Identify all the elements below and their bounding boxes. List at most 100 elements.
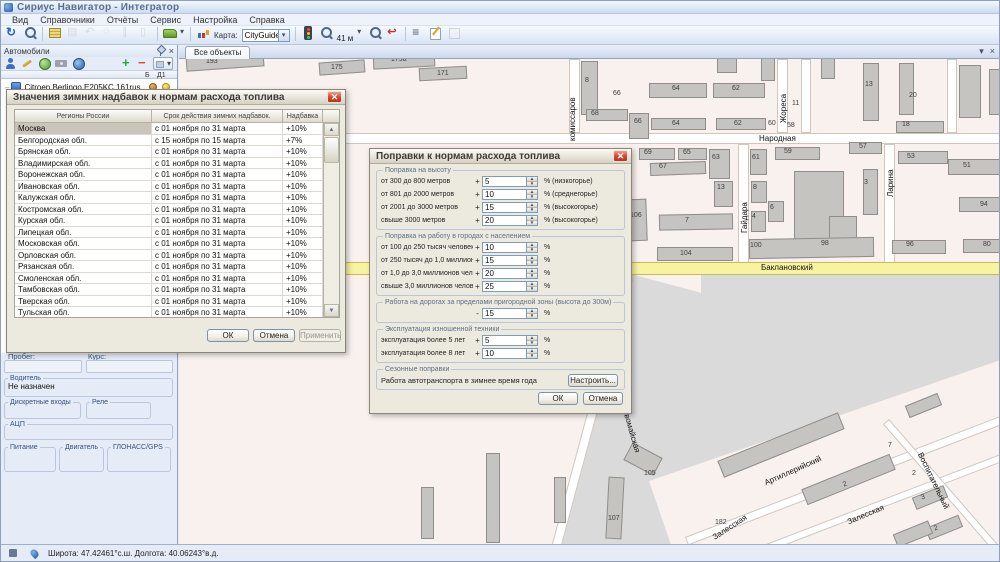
list-icon[interactable] [410,25,426,41]
zoom-scale-icon[interactable] [318,25,334,41]
spin-down-icon[interactable]: ▼ [527,261,537,265]
table-row[interactable]: Москвас 01 ноября по 31 марта+10% [15,123,323,135]
spin-input[interactable]: 20▲▼ [482,268,538,279]
cancel-button[interactable]: Отмена [583,392,623,405]
spin-value[interactable]: 20 [483,269,526,278]
spin-value[interactable]: 15 [483,309,526,318]
spin-input[interactable]: 5▲▼ [482,335,538,346]
traffic-light-icon[interactable] [300,25,316,41]
spin-input[interactable]: 10▲▼ [482,348,538,359]
scrollbar-thumb[interactable] [324,137,339,163]
vehicle-green-icon[interactable] [162,25,186,41]
column-header-region[interactable]: Регионы России [15,110,152,122]
spin-input[interactable]: 10▲▼ [482,189,538,200]
spin-value[interactable]: 25 [483,282,526,291]
close-button[interactable]: ✕ [613,150,628,162]
menu-item[interactable]: Справка [243,14,290,26]
map-source-combobox[interactable]: CityGuide ▾ [242,29,290,42]
table-row[interactable]: Владимирская обл.с 01 ноября по 31 марта… [15,158,323,170]
pin-icon[interactable] [156,46,165,56]
scroll-down-icon[interactable]: ▼ [324,304,339,317]
sheet-gray-icon[interactable] [65,25,81,41]
spin-value[interactable]: 15 [483,256,526,265]
table-row[interactable]: Липецкая обл.с 01 ноября по 31 марта+10% [15,227,323,239]
chevron-down-icon[interactable]: ▾ [278,30,289,41]
note-edit-icon[interactable] [428,25,444,41]
spin-input[interactable]: 25▲▼ [482,281,538,292]
tab-scroll-icon[interactable]: ▾ [979,46,984,57]
camera-gray-icon[interactable] [54,57,69,70]
minus-red-icon[interactable] [136,57,151,70]
circle-gray-icon[interactable] [101,25,117,41]
split-dropdown-icon[interactable] [153,57,173,70]
spin-down-icon[interactable]: ▼ [527,274,537,278]
close-button[interactable]: ✕ [327,91,342,103]
close-icon[interactable]: × [169,47,174,56]
spin-down-icon[interactable]: ▼ [527,341,537,345]
spin-down-icon[interactable]: ▼ [527,208,537,212]
spin-input[interactable]: 10▲▼ [482,242,538,253]
spin-value[interactable]: 10 [483,349,526,358]
table-row[interactable]: Курская обл.с 01 ноября по 31 марта+10% [15,215,323,227]
spin-value[interactable]: 10 [483,243,526,252]
tab-all-objects[interactable]: Все объекты [185,46,250,59]
chart-icon[interactable] [195,25,211,41]
table-row[interactable]: Тверская обл.с 01 ноября по 31 марта+10% [15,296,323,308]
map-scale-value[interactable]: 41 м [337,34,354,43]
table-row[interactable]: Воронежская обл.с 01 ноября по 31 марта+… [15,169,323,181]
spin-input[interactable]: 15▲▼ [482,255,538,266]
ok-button[interactable]: ОК [538,392,578,405]
ok-button[interactable]: ОК [207,329,249,342]
scroll-up-icon[interactable]: ▲ [324,123,339,136]
table-row[interactable]: Рязанская обл.с 01 ноября по 31 марта+10… [15,261,323,273]
user-blue-icon[interactable] [3,57,18,70]
table-row[interactable]: Костромская обл.с 01 ноября по 31 марта+… [15,204,323,216]
configure-button[interactable]: Настроить... [568,374,618,387]
spin-input[interactable]: 5▲▼ [482,176,538,187]
table-row[interactable]: Калужская обл.с 01 ноября по 31 марта+10… [15,192,323,204]
spin-down-icon[interactable]: ▼ [527,287,537,291]
zoom-out-icon[interactable] [367,25,383,41]
layers-icon[interactable] [47,25,63,41]
spin-value[interactable]: 5 [483,336,526,345]
tab-close-icon[interactable]: × [990,46,995,57]
spin-down-icon[interactable]: ▼ [527,221,537,225]
table-row[interactable]: Орловская обл.с 01 ноября по 31 марта+10… [15,250,323,262]
table-row[interactable]: Ивановская обл.с 01 ноября по 31 марта+1… [15,181,323,193]
spin-input[interactable]: 20▲▼ [482,215,538,226]
apply-button[interactable]: Применить [299,329,341,342]
spin-down-icon[interactable]: ▼ [527,182,537,186]
plus-green-icon[interactable] [119,57,134,70]
spin-down-icon[interactable]: ▼ [527,354,537,358]
spin-down-icon[interactable]: ▼ [527,314,537,318]
cancel-button[interactable]: Отмена [253,329,295,342]
refresh-icon[interactable] [4,25,20,41]
undo-gray-icon[interactable] [83,25,99,41]
spin-value[interactable]: 20 [483,216,526,225]
globe-green-icon[interactable] [37,57,52,70]
table-row[interactable]: Брянская обл.с 01 ноября по 31 марта+10% [15,146,323,158]
scrollbar[interactable]: ▲ ▼ [323,123,339,317]
chevron-small-icon[interactable] [356,25,365,41]
table-row[interactable]: Смоленская обл.с 01 ноября по 31 марта+1… [15,273,323,285]
table-row[interactable]: Тульская обл.с 01 ноября по 31 марта+10% [15,307,323,317]
spin-input[interactable]: 15▲▼ [482,202,538,213]
spin-value[interactable]: 5 [483,177,526,186]
arrow-back-red-icon[interactable] [385,25,401,41]
spin-value[interactable]: 15 [483,203,526,212]
dialog-titlebar[interactable]: Значения зимних надбавок к нормам расход… [7,90,345,105]
spin-input[interactable]: 15▲▼ [482,308,538,319]
spin-down-icon[interactable]: ▼ [527,195,537,199]
globe-blue-icon[interactable] [71,57,86,70]
column-header-period[interactable]: Срок действия зимних надбавок. [152,110,283,122]
table-row[interactable]: Московская обл.с 01 ноября по 31 марта+1… [15,238,323,250]
doc-gray-icon[interactable] [137,25,153,41]
spin-down-icon[interactable]: ▼ [527,248,537,252]
zoom-in-icon[interactable] [22,25,38,41]
table-row[interactable]: Тамбовская обл.с 01 ноября по 31 марта+1… [15,284,323,296]
spin-value[interactable]: 10 [483,190,526,199]
pause-gray-icon[interactable] [119,25,135,41]
table-row[interactable]: Белгородская обл.с 15 ноября по 15 марта… [15,135,323,147]
brush-yellow-icon[interactable] [20,57,35,70]
checkbox-gray-icon[interactable] [446,25,462,41]
